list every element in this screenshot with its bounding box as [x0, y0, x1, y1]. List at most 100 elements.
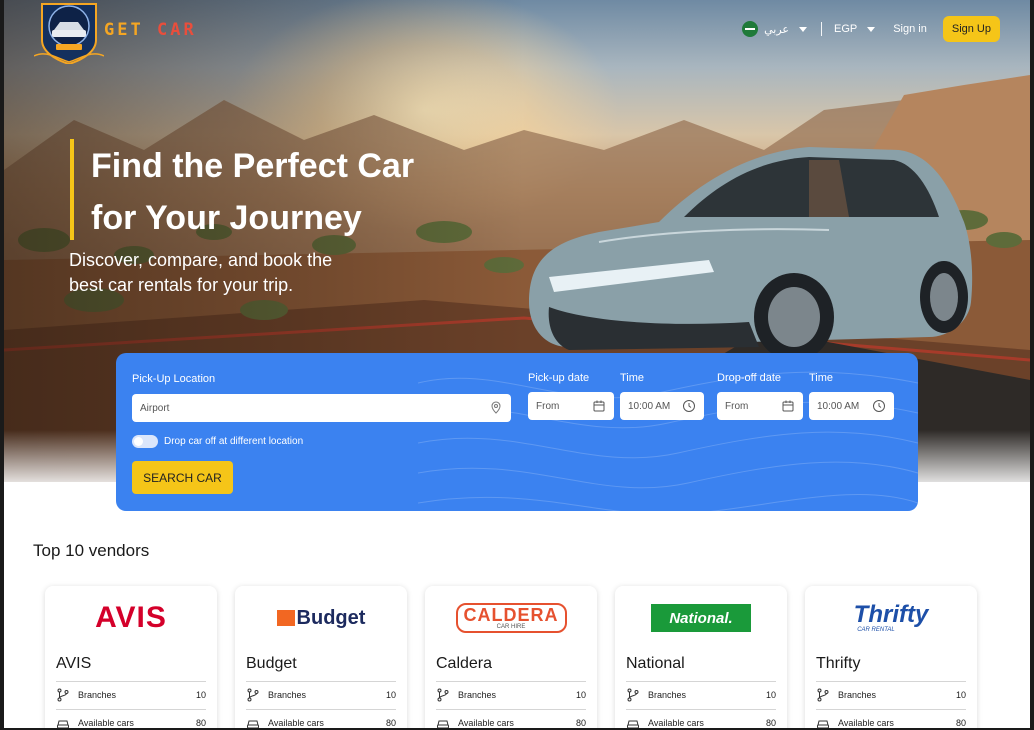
pickup-location-placeholder: Airport [140, 402, 170, 414]
brand-name[interactable]: GET CAR [104, 20, 197, 40]
thrifty-logo-text: Thrifty [853, 601, 929, 628]
car-icon [817, 720, 829, 728]
car-rental-logo-badge[interactable] [34, 0, 104, 64]
brand-space [144, 20, 157, 40]
different-location-label: Drop car off at different location [164, 436, 304, 447]
branches-row: Branches 10 [246, 688, 396, 702]
pickup-date-placeholder: From [536, 400, 560, 412]
vendor-name: Thrifty [816, 655, 861, 672]
cars-label: Available cars [78, 718, 134, 728]
branches-count: 10 [575, 690, 586, 700]
budget-logo: Budget [235, 596, 407, 640]
branches-label: Branches [268, 690, 307, 700]
national-logo-box: National. [651, 604, 751, 632]
dropoff-date-input[interactable]: From [717, 392, 803, 420]
car-image [529, 147, 973, 361]
thrifty-logo: Thrifty CAR RENTAL [805, 596, 977, 640]
cars-label: Available cars [838, 718, 894, 728]
pickup-date-input[interactable]: From [528, 392, 614, 420]
vendor-card-avis[interactable]: AVIS AVIS Branches 10 Available cars 80 [45, 586, 217, 728]
brand-word-car: CAR [156, 20, 197, 40]
signin-link[interactable]: Sign in [893, 23, 927, 35]
dropoff-date-label: Drop-off date [717, 372, 782, 384]
branch-icon [627, 688, 639, 702]
divider [246, 681, 396, 682]
search-car-button[interactable]: SEARCH CAR [132, 461, 233, 494]
cars-row: Available cars 80 [246, 716, 396, 728]
branch-icon [817, 688, 829, 702]
divider [436, 709, 586, 710]
vendors-section-title: Top 10 vendors [33, 541, 150, 560]
brand-word-get: GET [104, 20, 144, 40]
branches-count: 10 [765, 690, 776, 700]
car-icon [627, 720, 639, 728]
language-selector[interactable]: عربي [764, 23, 789, 36]
budget-logo-mark [276, 610, 295, 626]
avis-logo: AVIS [45, 596, 217, 640]
vendor-card-budget[interactable]: Budget Budget Branches 10 Available cars… [235, 586, 407, 728]
dropoff-time-input[interactable]: 10:00 AM [809, 392, 894, 420]
currency-selector[interactable]: EGP [834, 23, 857, 35]
pickup-location-input[interactable]: Airport [132, 394, 511, 422]
budget-logo-text: Budget [296, 606, 366, 629]
nav-divider [820, 22, 822, 36]
branches-label: Branches [458, 690, 497, 700]
divider [816, 681, 966, 682]
cars-count: 80 [765, 718, 776, 728]
chevron-down-icon[interactable] [798, 26, 807, 32]
national-logo: National. [615, 596, 787, 640]
headline-accent-bar [70, 139, 74, 240]
dropoff-time-label: Time [809, 372, 834, 384]
branches-label: Branches [838, 690, 877, 700]
caldera-logo: CALDERA CAR HIRE [425, 596, 597, 640]
headline-line-1: Find the Perfect Car [91, 147, 415, 185]
divider [626, 709, 776, 710]
branches-row: Branches 10 [626, 688, 776, 702]
branches-count: 10 [385, 690, 396, 700]
branch-icon [437, 688, 449, 702]
vendor-card-thrifty[interactable]: Thrifty CAR RENTAL Thrifty Branches 10 A… [805, 586, 977, 728]
calendar-icon [782, 400, 794, 412]
thrifty-logo-group: Thrifty CAR RENTAL [853, 601, 929, 634]
cars-row: Available cars 80 [626, 716, 776, 728]
cars-label: Available cars [268, 718, 324, 728]
dropoff-time-value: 10:00 AM [817, 400, 860, 412]
caldera-logo-frame: CALDERA CAR HIRE [455, 603, 567, 633]
branches-count: 10 [195, 690, 206, 700]
branches-label: Branches [78, 690, 117, 700]
headline-line-2: for Your Journey [91, 199, 362, 237]
calendar-icon [593, 400, 605, 412]
avis-logo-text: AVIS [95, 601, 167, 634]
chevron-down-icon[interactable] [867, 26, 876, 32]
vendor-card-national[interactable]: National. National Branches 10 Available… [615, 586, 787, 728]
top-nav: عربي EGP Sign in Sign Up [742, 16, 1000, 42]
branches-row: Branches 10 [436, 688, 586, 702]
vendor-card-caldera[interactable]: CALDERA CAR HIRE Caldera Branches 10 Ava… [425, 586, 597, 728]
cars-count: 80 [385, 718, 396, 728]
signup-button[interactable]: Sign Up [942, 16, 1000, 42]
branch-icon [57, 688, 69, 702]
vendor-name: National [626, 655, 685, 672]
cars-count: 80 [195, 718, 206, 728]
branches-label: Branches [648, 690, 687, 700]
cars-row: Available cars 80 [816, 716, 966, 728]
branches-row: Branches 10 [56, 688, 206, 702]
app-frame: GET CAR عربي EGP Sign in Sign Up Find th… [4, 0, 1030, 728]
branch-icon [247, 688, 259, 702]
vendor-name: AVIS [56, 655, 92, 672]
pickup-time-input[interactable]: 10:00 AM [620, 392, 704, 420]
divider [436, 681, 586, 682]
location-pin-icon [491, 401, 501, 414]
saudi-flag-icon [742, 21, 759, 37]
hero-headline: Find the Perfect Car for Your Journey [91, 140, 511, 244]
different-location-toggle[interactable] [132, 435, 158, 448]
cars-label: Available cars [648, 718, 704, 728]
pickup-time-value: 10:00 AM [628, 400, 671, 412]
divider [56, 709, 206, 710]
clock-icon [873, 400, 885, 412]
clock-icon [683, 400, 695, 412]
cars-label: Available cars [458, 718, 514, 728]
divider [246, 709, 396, 710]
hero-subtitle: Discover, compare, and book the best car… [69, 250, 333, 295]
pickup-date-label: Pick-up date [528, 372, 590, 384]
